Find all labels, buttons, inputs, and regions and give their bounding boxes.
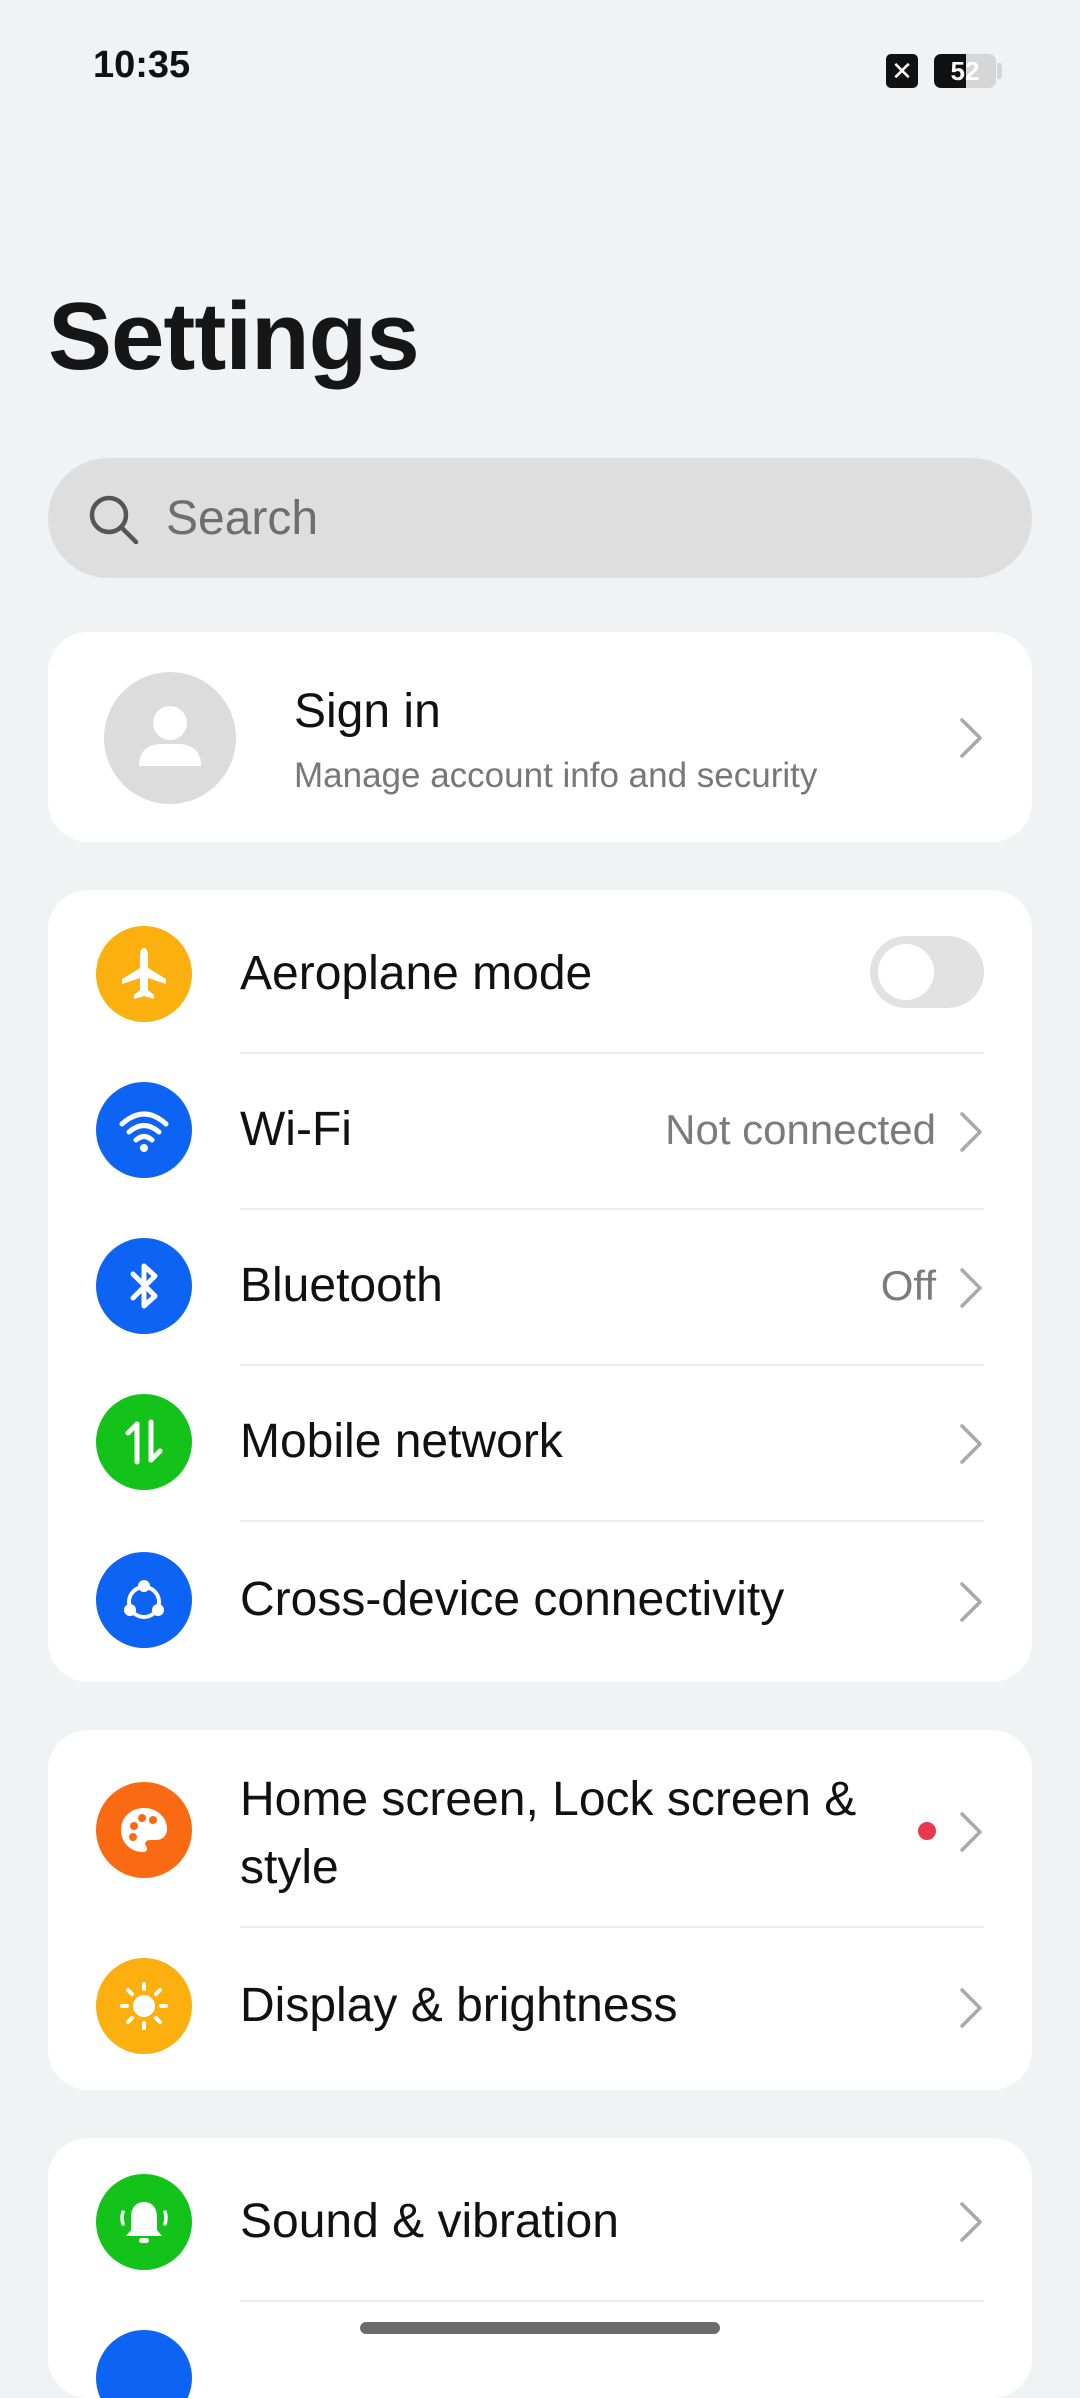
avatar bbox=[104, 672, 236, 804]
chevron-right-icon bbox=[960, 1112, 982, 1152]
home-screen-style-label-line1: Home screen, Lock screen & bbox=[240, 1773, 857, 1826]
bluetooth-icon bbox=[96, 1238, 192, 1334]
status-bar: 10:35 ✕ 52 bbox=[0, 0, 1080, 130]
cross-device-icon bbox=[96, 1552, 192, 1648]
next-setting-icon bbox=[96, 2330, 192, 2398]
wifi-status: Not connected bbox=[665, 1106, 936, 1153]
aeroplane-mode-row[interactable]: Aeroplane mode bbox=[48, 890, 1032, 1054]
aeroplane-mode-label: Aeroplane mode bbox=[240, 947, 593, 1000]
wifi-label: Wi-Fi bbox=[240, 1103, 352, 1156]
mobile-data-icon bbox=[96, 1394, 192, 1490]
bell-icon bbox=[96, 2174, 192, 2270]
aeroplane-mode-toggle[interactable] bbox=[870, 936, 984, 1008]
person-icon bbox=[139, 706, 201, 766]
search-bar[interactable] bbox=[48, 458, 1032, 578]
brightness-icon bbox=[96, 1958, 192, 2054]
sim-error-icon: ✕ bbox=[886, 54, 918, 88]
page-title: Settings bbox=[48, 283, 420, 390]
search-input[interactable] bbox=[166, 458, 986, 578]
sound-card: Sound & vibration bbox=[48, 2138, 1032, 2398]
sign-in-subtitle: Manage account info and security bbox=[294, 756, 818, 795]
sound-vibration-row[interactable]: Sound & vibration bbox=[48, 2138, 1032, 2302]
home-screen-style-label: Home screen, Lock screen & style bbox=[240, 1766, 856, 1902]
display-brightness-label: Display & brightness bbox=[240, 1979, 678, 2032]
bluetooth-status: Off bbox=[880, 1262, 936, 1309]
chevron-right-icon bbox=[960, 718, 982, 758]
home-indicator[interactable] bbox=[360, 2322, 720, 2334]
chevron-right-icon bbox=[960, 2202, 982, 2242]
chevron-right-icon bbox=[960, 1268, 982, 1308]
connectivity-card: Aeroplane mode Wi-Fi Not connected Bluet… bbox=[48, 890, 1032, 1682]
palette-icon bbox=[96, 1782, 192, 1878]
chevron-right-icon bbox=[960, 1988, 982, 2028]
display-brightness-row[interactable]: Display & brightness bbox=[48, 1928, 1032, 2090]
next-setting-row[interactable] bbox=[48, 2302, 1032, 2398]
search-icon bbox=[89, 495, 139, 545]
aeroplane-icon bbox=[96, 926, 192, 1022]
toggle-knob bbox=[878, 944, 934, 1000]
chevron-right-icon bbox=[960, 1424, 982, 1464]
chevron-right-icon bbox=[960, 1812, 982, 1852]
battery-cap bbox=[997, 63, 1002, 79]
chevron-right-icon bbox=[960, 1582, 982, 1622]
wifi-row[interactable]: Wi-Fi Not connected bbox=[48, 1054, 1032, 1210]
personalization-card: Home screen, Lock screen & style Display… bbox=[48, 1730, 1032, 2090]
battery-icon: 52 bbox=[934, 54, 996, 88]
sound-vibration-label: Sound & vibration bbox=[240, 2195, 619, 2248]
home-screen-style-row[interactable]: Home screen, Lock screen & style bbox=[48, 1730, 1032, 1928]
status-time: 10:35 bbox=[93, 44, 191, 86]
mobile-network-row[interactable]: Mobile network bbox=[48, 1366, 1032, 1522]
bluetooth-row[interactable]: Bluetooth Off bbox=[48, 1210, 1032, 1366]
mobile-network-label: Mobile network bbox=[240, 1415, 563, 1468]
cross-device-label: Cross-device connectivity bbox=[240, 1573, 785, 1626]
wifi-icon bbox=[96, 1082, 192, 1178]
cross-device-row[interactable]: Cross-device connectivity bbox=[48, 1522, 1032, 1682]
notification-dot bbox=[918, 1822, 936, 1840]
account-card[interactable]: Sign in Manage account info and security bbox=[48, 632, 1032, 842]
home-screen-style-label-line2: style bbox=[240, 1841, 339, 1894]
sign-in-title: Sign in bbox=[294, 685, 441, 738]
battery-level: 52 bbox=[950, 56, 980, 86]
bluetooth-label: Bluetooth bbox=[240, 1259, 443, 1312]
